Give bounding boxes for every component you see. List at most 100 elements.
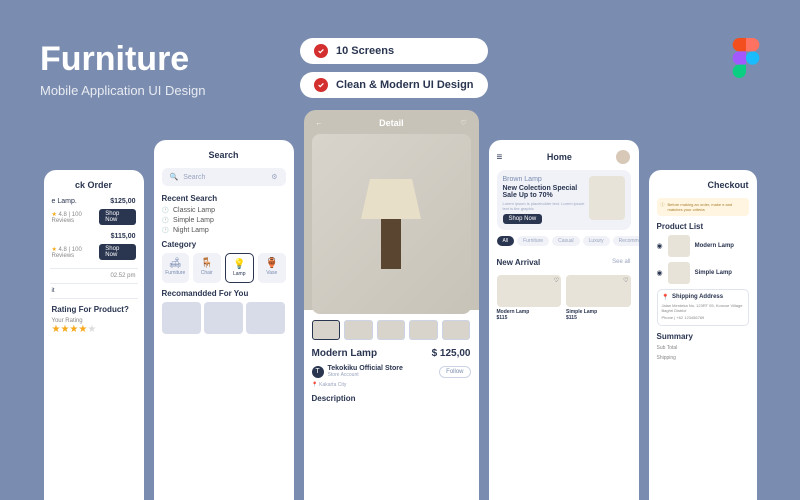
subtotal-label: Sub Total [657, 345, 678, 351]
location-icon: 📍 [662, 294, 669, 301]
filter-pills: All Furniture Casual Luxury Recommend [497, 236, 631, 246]
pill-luxury[interactable]: Luxury [583, 236, 610, 246]
pill-recommend[interactable]: Recommend [613, 236, 639, 246]
search-input[interactable]: 🔍 Search ⚙ [162, 168, 286, 186]
radio-icon[interactable]: ◉ [657, 269, 663, 277]
product-hero-image [312, 134, 471, 314]
thumbnail[interactable] [409, 320, 438, 340]
banner-sub: Lorem ipsum is placeholder text. Lorem i… [503, 201, 585, 211]
shop-button[interactable]: Shop Now [99, 244, 135, 260]
pill-furniture[interactable]: Furniture [517, 236, 549, 246]
follow-button[interactable]: Follow [439, 366, 470, 378]
radio-icon[interactable]: ◉ [657, 242, 663, 250]
category-furniture[interactable]: 🛋Furniture [162, 253, 190, 283]
product-card-row: ♡ Modern Lamp $115 ♡ Simple Lamp $115 [497, 275, 631, 321]
shipping-label: Shipping [657, 355, 676, 361]
product-image: ♡ [566, 275, 631, 307]
lamp-illustration [361, 179, 421, 269]
search-placeholder: Search [183, 174, 205, 181]
thumbnail[interactable] [377, 320, 406, 340]
new-arrival-heading: New Arrival [497, 258, 541, 267]
recent-search-item[interactable]: Night Lamp [162, 227, 286, 234]
product-image: ♡ [497, 275, 562, 307]
badge-design: Clean & Modern UI Design [300, 72, 488, 98]
thumbnail[interactable] [344, 320, 373, 340]
pill-all[interactable]: All [497, 236, 515, 246]
item-name: e Lamp. [52, 198, 77, 205]
promo-banner[interactable]: Brown Lamp New Colection Special Sale Up… [497, 170, 631, 230]
description-heading: Description [312, 394, 471, 403]
rating-stars: ★ 4.8 | 100 Reviews [52, 211, 100, 224]
rating-stars-input[interactable]: ★★★★★ [52, 324, 136, 335]
screen-track-order: ck Order e Lamp.$125,00 ★ 4.8 | 100 Revi… [44, 170, 144, 500]
back-icon[interactable]: ← [316, 120, 323, 127]
category-chair[interactable]: 🪑Chair [193, 253, 221, 283]
screen-title: Checkout [657, 180, 749, 190]
badge-screens: 10 Screens [300, 38, 488, 64]
product-card[interactable]: ♡ Simple Lamp $115 [566, 275, 631, 321]
thumbnail[interactable] [442, 320, 471, 340]
cart-thumb [668, 235, 690, 257]
product-name: Modern Lamp [312, 348, 378, 359]
banner-image [589, 176, 625, 220]
recent-search-item[interactable]: Classic Lamp [162, 207, 286, 214]
product-list-heading: Product List [657, 222, 749, 231]
product-thumb[interactable] [204, 302, 243, 334]
store-row[interactable]: T Tekokiku Official Store Store Account … [312, 365, 471, 378]
search-icon: 🔍 [170, 173, 179, 181]
screens-row: ck Order e Lamp.$125,00 ★ 4.8 | 100 Revi… [0, 110, 800, 500]
heart-icon[interactable]: ♡ [554, 277, 559, 284]
cart-item-name: Modern Lamp [695, 243, 749, 249]
category-lamp[interactable]: 💡Lamp [225, 253, 255, 283]
info-icon: ⓘ [661, 202, 665, 212]
cart-item[interactable]: ◉ Simple Lamp [657, 262, 749, 284]
hero-subtitle: Mobile Application UI Design [40, 83, 205, 98]
avatar[interactable] [616, 150, 630, 164]
feature-badges: 10 Screens Clean & Modern UI Design [300, 38, 488, 98]
shipping-address: Jalan Merdeka No. 123RT 05, Koncoe Villa… [662, 303, 744, 313]
cart-item-name: Simple Lamp [695, 270, 749, 276]
shop-now-button[interactable]: Shop Now [503, 214, 543, 224]
shipping-phone: Phone | +62 123456789 [662, 315, 744, 320]
filter-icon[interactable]: ⚙ [271, 173, 277, 181]
category-row: 🛋Furniture 🪑Chair 💡Lamp 🏺Vase [162, 253, 286, 283]
product-price: $115 [566, 315, 631, 321]
timestamp: 02.52 pm [52, 273, 136, 279]
product-thumb[interactable] [162, 302, 201, 334]
recent-search-item[interactable]: Simple Lamp [162, 217, 286, 224]
thumbnail[interactable] [312, 320, 341, 340]
heart-icon[interactable]: ♡ [623, 277, 628, 284]
category-vase[interactable]: 🏺Vase [258, 253, 286, 283]
rating-stars: ★ 4.8 | 100 Reviews [52, 246, 100, 259]
hero-section: Furniture Mobile Application UI Design [40, 40, 205, 98]
store-sub: Store Account [328, 372, 436, 378]
heart-icon[interactable]: ♡ [460, 119, 466, 127]
screen-title: Search [162, 150, 286, 160]
shop-button[interactable]: Shop Now [99, 209, 135, 225]
screen-title: Home [547, 152, 572, 162]
see-all-link[interactable]: See all [612, 259, 630, 265]
screen-checkout: Checkout ⓘBefore making an order, make e… [649, 170, 757, 500]
item-price: $115,00 [111, 233, 136, 240]
screen-search: Search 🔍 Search ⚙ Recent Search Classic … [154, 140, 294, 500]
summary-heading: Summary [657, 332, 749, 341]
pill-casual[interactable]: Casual [552, 236, 580, 246]
cart-item[interactable]: ◉ Modern Lamp [657, 235, 749, 257]
banner-headline: New Colection Special Sale Up to 70% [503, 185, 585, 199]
product-price: $115 [497, 315, 562, 321]
store-avatar-icon: T [312, 366, 324, 378]
store-name: Tekokiku Official Store [328, 365, 436, 372]
screen-detail: ← Detail ♡ Modern Lamp $ 125,00 T Tekoki… [304, 110, 479, 500]
product-thumb[interactable] [246, 302, 285, 334]
hero-title: Furniture [40, 40, 205, 79]
shipping-box[interactable]: 📍Shipping Address Jalan Merdeka No. 123R… [657, 289, 749, 326]
menu-icon[interactable]: ≡ [497, 152, 503, 163]
cart-thumb [668, 262, 690, 284]
rating-question: Rating For Product? [52, 305, 136, 314]
screen-home: ≡ Home Brown Lamp New Colection Special … [489, 140, 639, 500]
label: it [52, 288, 136, 294]
shipping-heading: Shipping Address [672, 294, 723, 301]
product-card[interactable]: ♡ Modern Lamp $115 [497, 275, 562, 321]
store-location: Kakarta City [319, 382, 346, 388]
item-price: $125,00 [110, 198, 135, 205]
